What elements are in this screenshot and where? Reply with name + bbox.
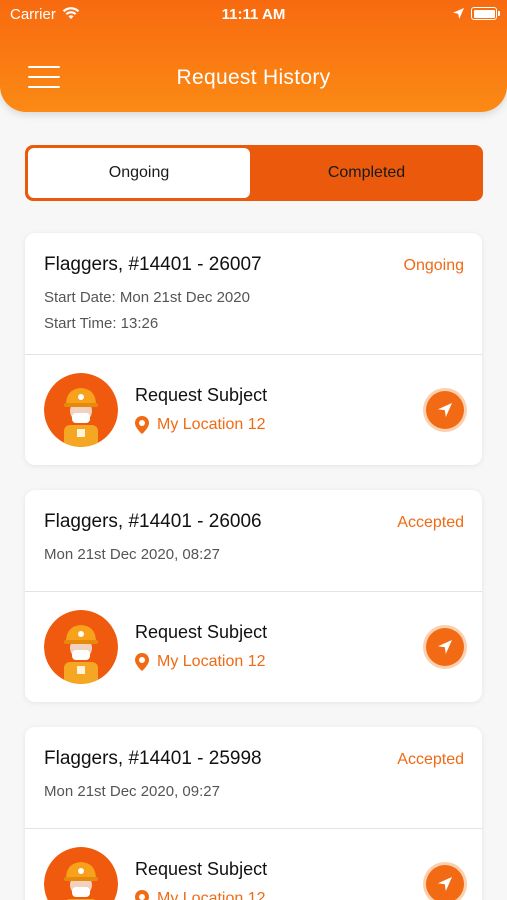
location-label: My Location 12 [157, 890, 266, 900]
map-pin-icon [135, 416, 149, 434]
status-badge: Ongoing [403, 257, 465, 274]
request-subject: Request Subject [135, 385, 268, 405]
request-card[interactable]: Flaggers, #14401 - 26006 Accepted Mon 21… [25, 490, 482, 702]
tab-ongoing[interactable]: Ongoing [28, 148, 250, 198]
location-row: My Location 12 [135, 653, 266, 671]
request-subject: Request Subject [135, 622, 268, 642]
request-card[interactable]: Flaggers, #14401 - 26007 Ongoing Start D… [25, 233, 482, 465]
status-tabs: Ongoing Completed [25, 145, 483, 201]
location-label: My Location 12 [157, 653, 266, 670]
start-date: Start Date: Mon 21st Dec 2020 [44, 289, 250, 306]
divider [25, 591, 482, 592]
request-card[interactable]: Flaggers, #14401 - 25998 Accepted Mon 21… [25, 727, 482, 900]
location-label: My Location 12 [157, 416, 266, 433]
map-pin-icon [135, 890, 149, 900]
request-title: Flaggers, #14401 - 26007 [44, 254, 262, 275]
navigate-button[interactable] [426, 628, 464, 666]
location-row: My Location 12 [135, 416, 266, 434]
avatar [44, 373, 118, 447]
tab-completed[interactable]: Completed [253, 148, 480, 198]
battery-icon [471, 7, 500, 20]
navigation-arrow-icon [438, 640, 452, 654]
divider [25, 354, 482, 355]
request-title: Flaggers, #14401 - 25998 [44, 748, 262, 769]
request-title: Flaggers, #14401 - 26006 [44, 511, 262, 532]
navigation-arrow-icon [438, 403, 452, 417]
avatar [44, 610, 118, 684]
app-header: Carrier 11:11 AM Request History [0, 0, 507, 112]
divider [25, 828, 482, 829]
navigate-button[interactable] [426, 391, 464, 429]
start-time: Start Time: 13:26 [44, 315, 159, 332]
request-datetime: Mon 21st Dec 2020, 08:27 [44, 546, 220, 563]
navigation-arrow-icon [438, 877, 452, 891]
avatar [44, 847, 118, 900]
request-datetime: Mon 21st Dec 2020, 09:27 [44, 783, 220, 800]
status-badge: Accepted [397, 751, 464, 768]
map-pin-icon [135, 653, 149, 671]
page-title: Request History [176, 66, 331, 89]
status-time: 11:11 AM [221, 6, 286, 23]
navigate-button[interactable] [426, 865, 464, 900]
request-subject: Request Subject [135, 859, 268, 879]
status-badge: Accepted [397, 514, 464, 531]
location-arrow-icon [453, 8, 464, 19]
status-bar: Carrier 11:11 AM [0, 0, 507, 28]
location-row: My Location 12 [135, 890, 266, 900]
